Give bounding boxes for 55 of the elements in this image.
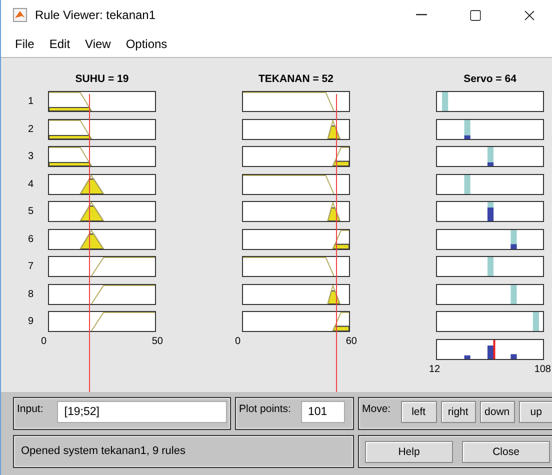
axis-tick-label: 0	[41, 336, 47, 347]
plot-points-field[interactable]: 101	[300, 401, 345, 423]
rule-number: 9	[27, 316, 35, 327]
membership-fill	[332, 160, 349, 166]
axis-tick-label: 50	[152, 336, 163, 347]
menu-item[interactable]: Edit	[49, 36, 70, 50]
input-label: Input:	[17, 403, 44, 415]
output-fill	[487, 208, 494, 221]
membership-fill	[79, 233, 104, 248]
rule-number: 8	[27, 288, 35, 300]
plot-points-label: Plot points:	[239, 403, 291, 415]
input-value-line[interactable]	[336, 94, 337, 392]
menu-item[interactable]: Options	[126, 36, 168, 50]
move-button[interactable]: left	[400, 401, 437, 423]
aggregate-bar	[464, 354, 470, 358]
axis-tick-label: 60	[346, 336, 357, 347]
dialog-button[interactable]: Help	[365, 440, 453, 462]
rule-number: 3	[27, 151, 35, 162]
rule-number: 7	[27, 261, 35, 272]
membership-fill	[332, 326, 349, 331]
axis-tick-label: 0	[235, 336, 241, 347]
move-button[interactable]: up	[518, 401, 552, 423]
output-variable-title: Servo = 64	[462, 73, 518, 85]
menu-item[interactable]: File	[15, 36, 34, 50]
move-button[interactable]: down	[480, 401, 515, 423]
rule-number: 5	[27, 206, 35, 217]
input-variable-title: SUHU = 19	[74, 73, 130, 85]
minimize-icon	[416, 14, 426, 16]
maximize-icon	[468, 8, 482, 22]
input-value-line[interactable]	[89, 94, 90, 392]
membership-fill	[332, 243, 349, 248]
rule-number: 1	[27, 96, 35, 107]
membership-fill	[79, 206, 104, 221]
membership-fill	[79, 178, 104, 194]
membership-fill	[49, 134, 92, 138]
output-fill	[464, 134, 470, 138]
output-fill	[487, 162, 494, 166]
move-label: Move:	[362, 403, 391, 415]
window-title: Rule Viewer: tekanan1	[35, 8, 157, 22]
output-fill	[510, 244, 517, 248]
aggregate-bar	[510, 354, 517, 358]
menu-item[interactable]: View	[85, 36, 111, 50]
move-button[interactable]: right	[440, 401, 476, 423]
membership-fill	[49, 162, 92, 166]
rule-number: 2	[27, 124, 35, 134]
input-field[interactable]: [19;52]	[57, 401, 227, 423]
axis-tick-label: 12	[429, 364, 440, 374]
membership-fill	[49, 106, 92, 111]
dialog-button[interactable]: Close	[462, 440, 550, 462]
rule-number: 4	[27, 178, 35, 190]
axis-tick-label: 108	[534, 364, 551, 374]
app-logo-icon	[13, 8, 27, 22]
rule-number: 6	[27, 234, 35, 244]
input-variable-title: TEKANAN = 52	[258, 73, 334, 85]
status-message: Opened system tekanan1, 9 rules	[20, 444, 186, 459]
